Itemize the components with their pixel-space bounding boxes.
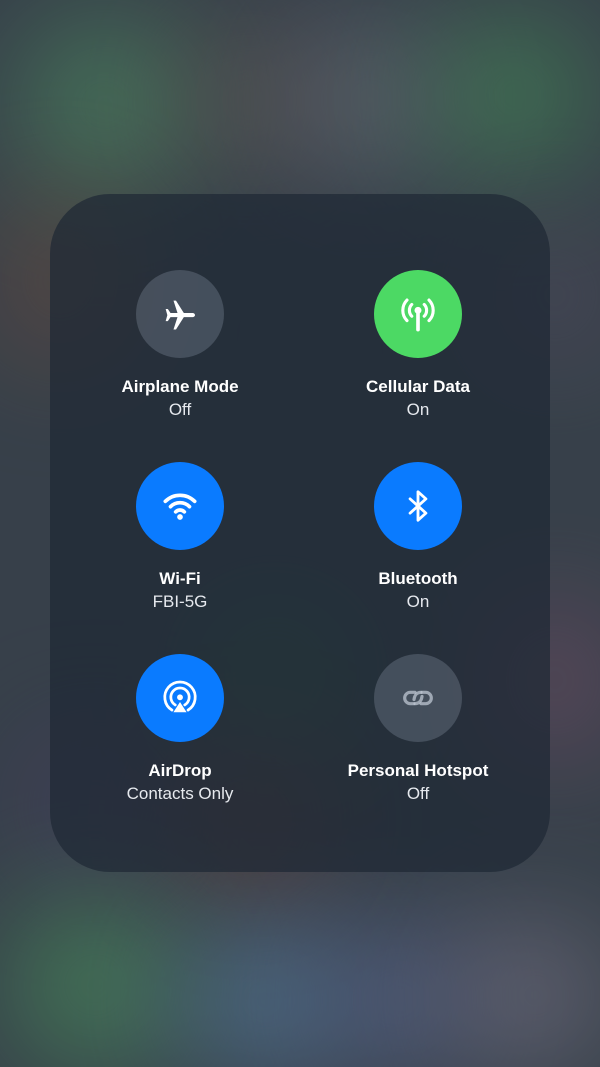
tile-wifi: Wi-Fi FBI-5G [60,462,300,613]
bluetooth-toggle[interactable] [374,462,462,550]
tile-personal-hotspot: Personal Hotspot Off [298,654,538,805]
cellular-data-label: Cellular Data [366,377,470,396]
bluetooth-status: On [406,592,430,611]
cellular-data-toggle[interactable] [374,270,462,358]
airdrop-icon [163,680,197,713]
airdrop-status: Contacts Only [126,784,234,803]
airplane-icon [165,300,195,330]
tile-bluetooth: Bluetooth On [298,462,538,613]
wifi-toggle[interactable] [136,462,224,550]
bluetooth-icon [408,490,428,522]
cellular-data-status: On [406,400,430,419]
personal-hotspot-toggle[interactable] [374,654,462,742]
personal-hotspot-status: Off [406,784,430,803]
airdrop-toggle[interactable] [136,654,224,742]
tile-airdrop: AirDrop Contacts Only [60,654,300,805]
wifi-network-name: FBI-5G [152,592,208,611]
bluetooth-label: Bluetooth [378,569,458,588]
airplane-mode-toggle[interactable] [136,270,224,358]
link-icon [403,690,433,706]
antenna-icon [401,298,435,332]
airplane-mode-status: Off [168,400,192,419]
tile-airplane-mode: Airplane Mode Off [60,270,300,421]
wifi-label: Wi-Fi [159,569,201,588]
personal-hotspot-label: Personal Hotspot [347,761,489,780]
wifi-icon [163,493,197,520]
airdrop-label: AirDrop [148,761,212,780]
airplane-mode-label: Airplane Mode [121,377,239,396]
connectivity-panel: Airplane Mode Off Cellular Data On Wi-Fi… [50,194,550,872]
tile-cellular-data: Cellular Data On [298,270,538,421]
